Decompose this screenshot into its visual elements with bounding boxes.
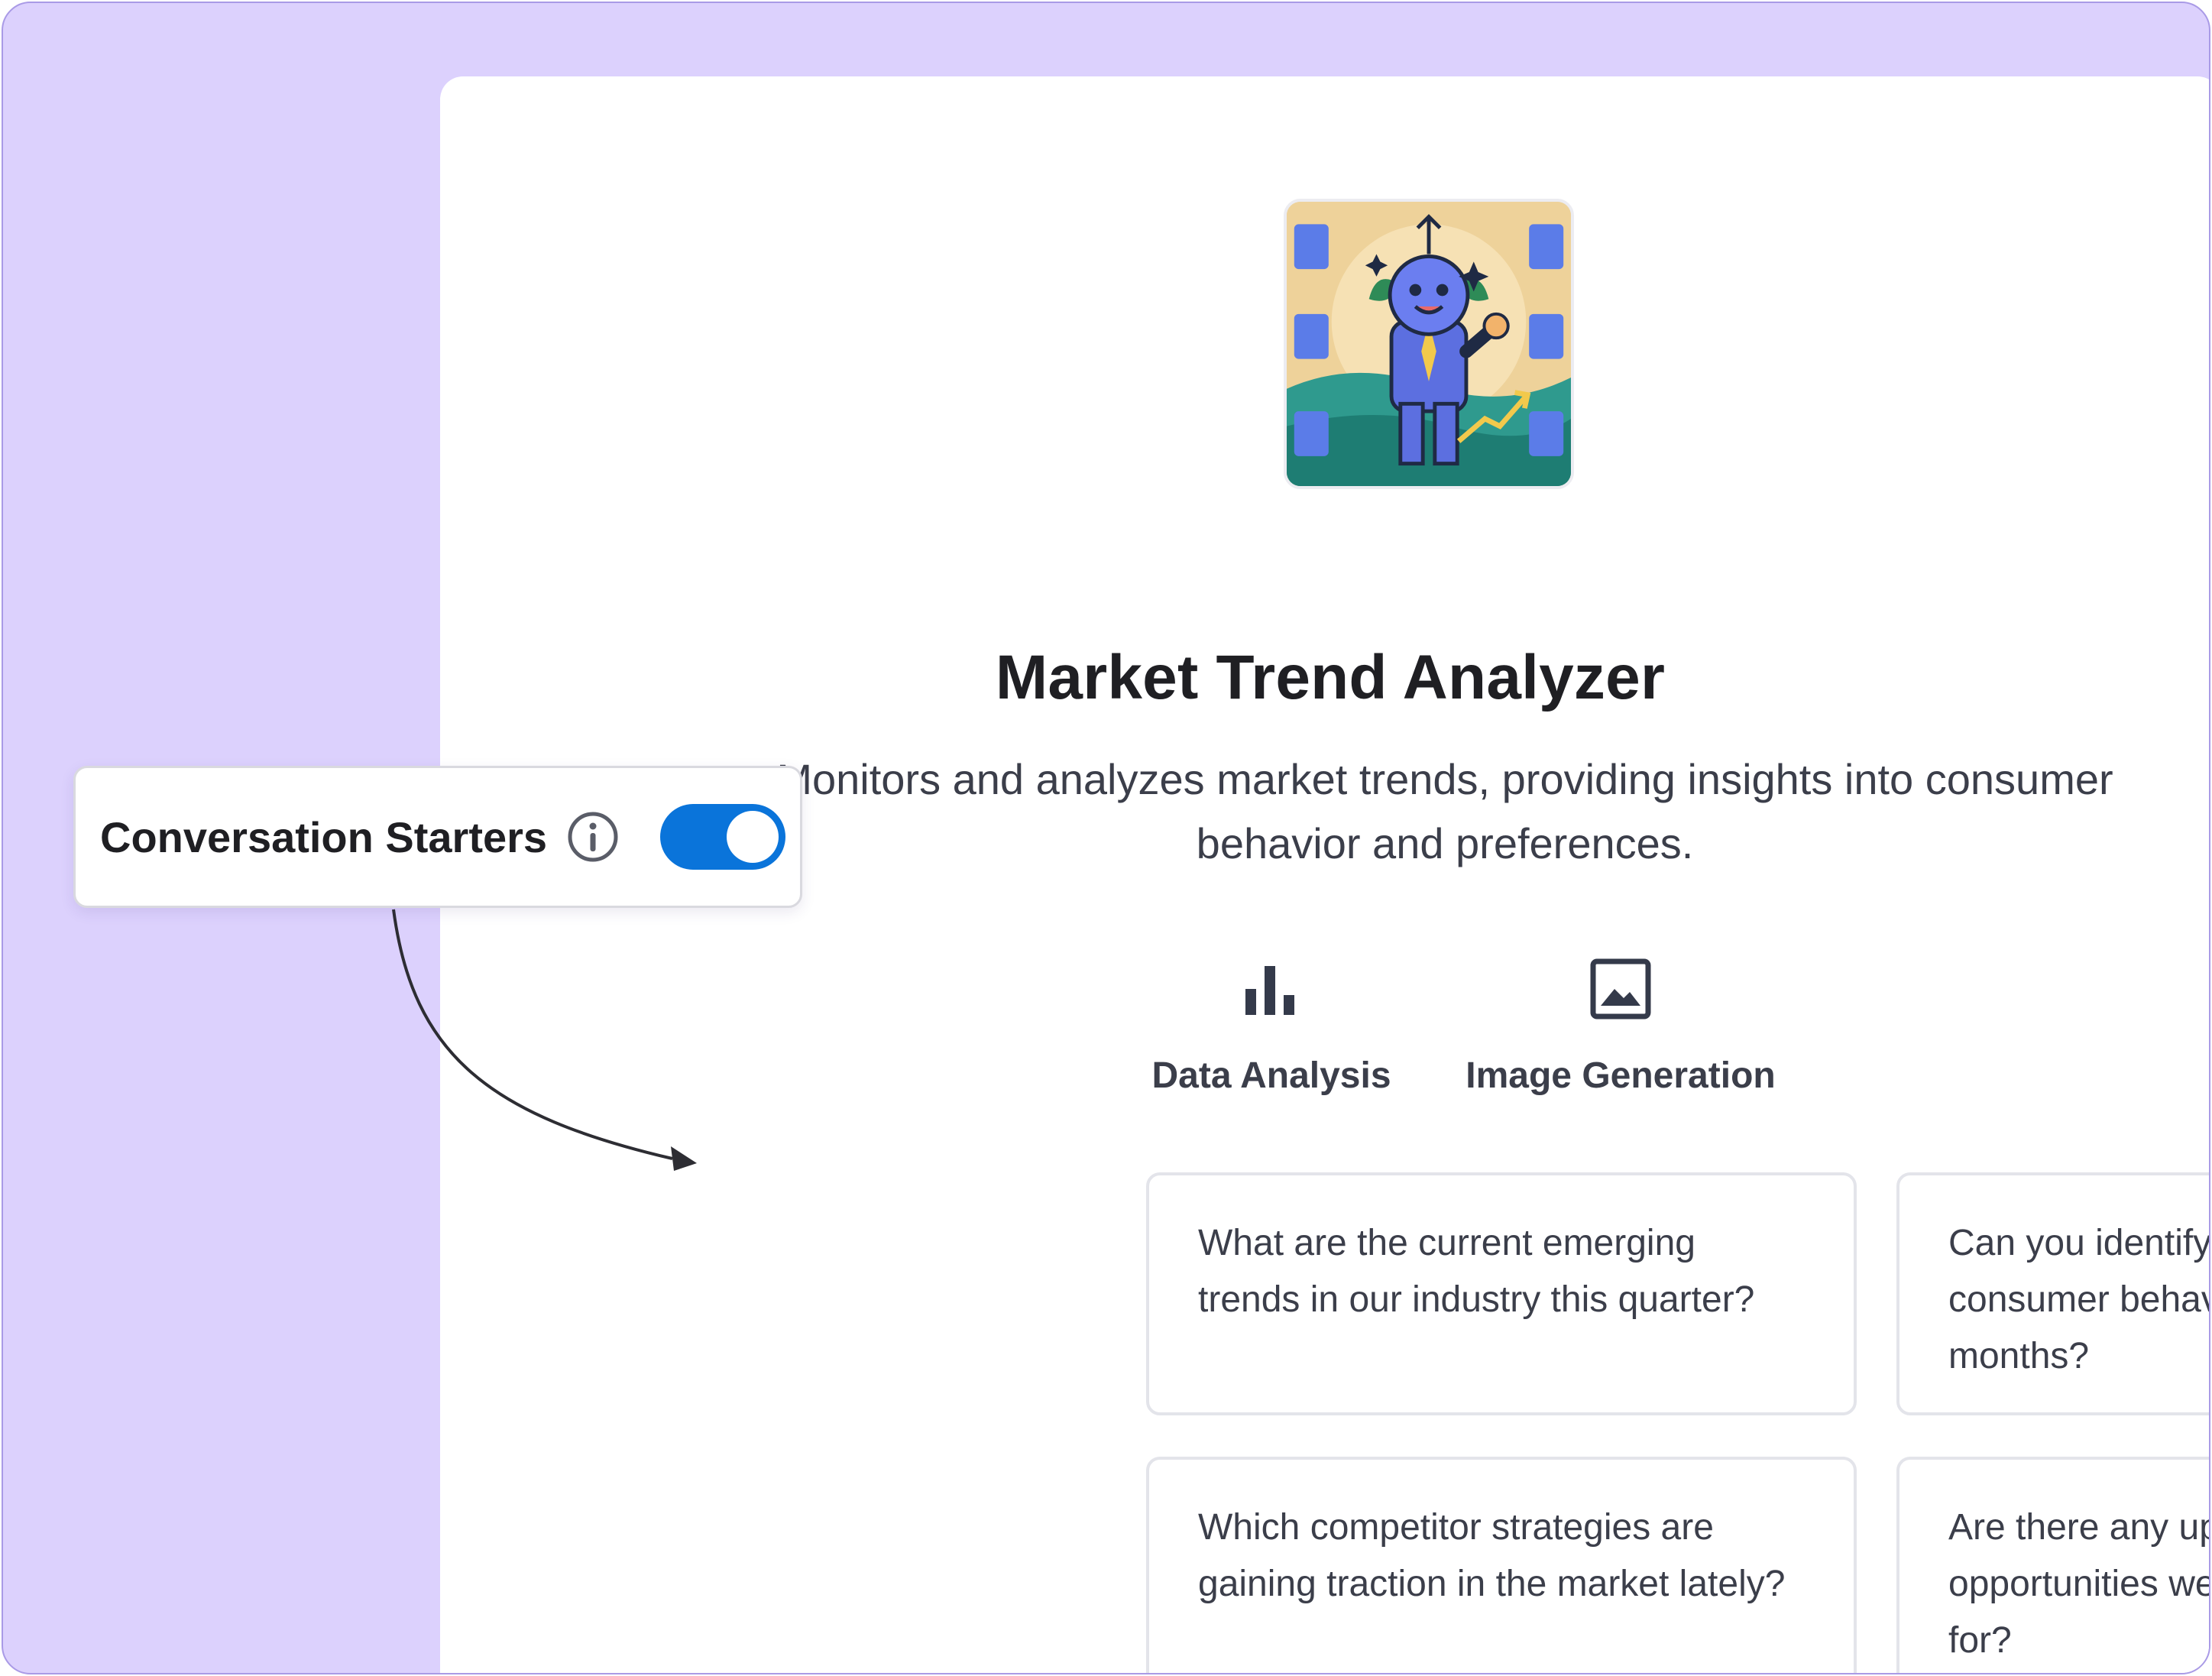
image-icon xyxy=(1590,958,1651,1020)
gpt-title: Market Trend Analyzer xyxy=(995,643,1666,712)
capability-label: Data Analysis xyxy=(1151,1055,1391,1096)
capability-data-analysis: Data Analysis xyxy=(1149,958,1394,1097)
conversation-starter[interactable]: Can you identify any shifts in consumer … xyxy=(1896,1172,2209,1415)
gpt-description: Monitors and analyzes market trends, pro… xyxy=(776,755,2113,867)
info-icon[interactable] xyxy=(565,809,620,864)
callout-label: Conversation Starters xyxy=(100,812,548,861)
conversation-starter[interactable]: Which competitor strategies are gaining … xyxy=(1146,1457,1857,1673)
conversation-starters-callout: Conversation Starters xyxy=(73,766,802,908)
conversation-starter[interactable]: Are there any upcoming market opportunit… xyxy=(1896,1457,2209,1673)
capability-image-generation: Image Generation xyxy=(1422,958,1819,1097)
gpt-avatar xyxy=(1284,199,1574,489)
conversation-starter[interactable]: What are the current emerging trends in … xyxy=(1146,1172,1857,1415)
conversation-starters-toggle[interactable] xyxy=(660,804,786,870)
mascot-illustration xyxy=(1287,202,1571,486)
capability-label: Image Generation xyxy=(1465,1055,1776,1096)
toggle-knob xyxy=(727,811,779,863)
bar-chart-icon xyxy=(1245,966,1294,1015)
